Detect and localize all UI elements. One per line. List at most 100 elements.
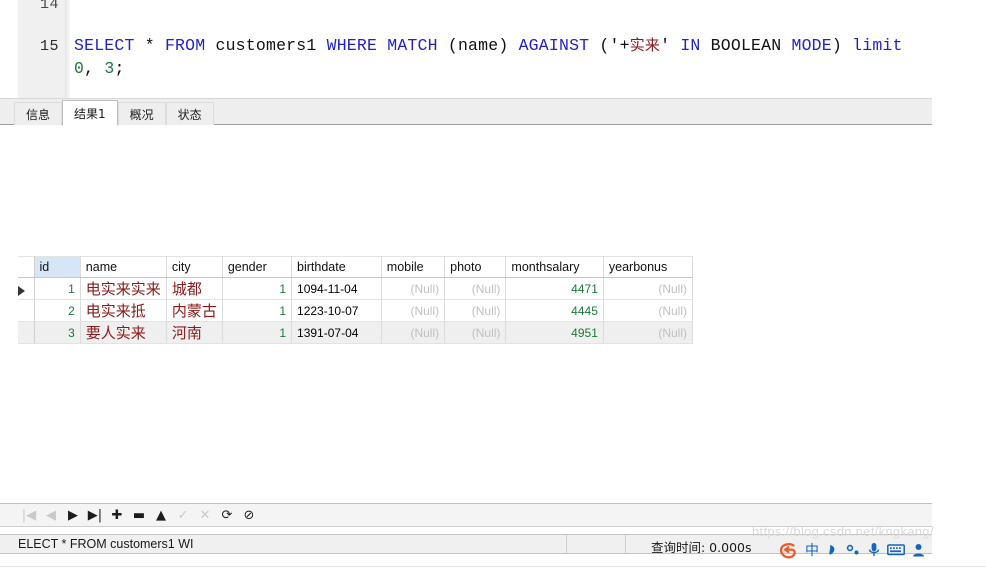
apply-change-icon[interactable]: ▲ [150, 504, 172, 526]
last-record-icon[interactable]: ▶| [84, 504, 106, 526]
result-tab[interactable]: 结果1 [62, 100, 118, 126]
result-tabs: 信息 结果1 概况 状态 [14, 99, 214, 126]
sql-token: AGAINST [518, 36, 590, 55]
symbol-picker-icon[interactable] [846, 543, 861, 559]
sql-token: WHERE [326, 36, 378, 55]
row-selector-cell[interactable] [18, 277, 35, 300]
cell-name[interactable]: 要人实来 [80, 321, 167, 344]
result-tab-label: 状态 [177, 107, 202, 122]
cell-mobile[interactable]: (Null) [381, 299, 446, 322]
column-header-gender[interactable]: gender [222, 256, 293, 278]
result-tab[interactable]: 信息 [14, 102, 63, 125]
result-table[interactable]: id name city gender birthdate mobile photo mont… [18, 256, 694, 344]
sql-token: 0 [74, 59, 85, 78]
first-record-icon: |◀ [21, 507, 37, 523]
sql-token: customers1 [205, 36, 327, 55]
table-row[interactable]: 2 电实来抵 内蒙古 1 1223-10-07 (Null) (Null) 4445 (Null… [18, 299, 694, 322]
result-tab-label: 结果1 [74, 106, 106, 121]
column-header-yearbonus[interactable]: yearbonus [603, 256, 694, 278]
line-number-gutter: 14 15 [18, 0, 65, 98]
cell-monthsalary[interactable]: 4445 [505, 299, 604, 322]
cell-yearbonus[interactable]: (Null) [603, 277, 694, 300]
sql-token: limit [852, 36, 903, 55]
row-selector-cell[interactable] [18, 299, 35, 322]
cell-name[interactable]: 电实来实来 [80, 277, 167, 300]
cell-birthdate[interactable]: 1223-10-07 [291, 299, 382, 322]
sql-token: IN [680, 36, 701, 55]
column-header-name[interactable]: name [80, 256, 167, 278]
voice-input-icon[interactable] [868, 542, 880, 560]
cell-birthdate[interactable]: 1391-07-04 [291, 321, 382, 344]
cell-gender[interactable]: 1 [222, 321, 293, 344]
cell-monthsalary[interactable]: 4951 [505, 321, 604, 344]
sql-token: (name) [437, 36, 519, 55]
sql-token: MODE [791, 36, 832, 55]
sogou-logo-icon[interactable] [778, 541, 798, 561]
result-tab-label: 概况 [129, 107, 154, 122]
sql-token: SELECT [74, 36, 135, 55]
cell-city[interactable]: 河南 [166, 321, 223, 344]
confirm-edit-icon: ✓ [177, 507, 189, 523]
line-number-current: 15 [39, 38, 59, 55]
refresh-icon[interactable]: ⟳ [216, 504, 238, 526]
cancel-edit-icon: ✕ [199, 507, 211, 523]
cell-mobile[interactable]: (Null) [381, 321, 446, 344]
table-row[interactable]: 3 要人实来 河南 1 1391-07-04 (Null) (Null) 4951 (Null) [18, 321, 694, 344]
status-query-time: 查询时间: 0.000s [651, 540, 752, 555]
next-record-icon[interactable]: ▶ [62, 504, 84, 526]
delete-record-icon[interactable]: ▬ [128, 504, 150, 526]
table-body[interactable]: 1 电实来实来 城都 1 1094-11-04 (Null) (Null) 4471 (Null… [18, 277, 694, 344]
cell-birthdate[interactable]: 1094-11-04 [291, 277, 382, 300]
column-header-monthsalary[interactable]: monthsalary [505, 256, 604, 278]
sql-statement-text[interactable]: SELECT * FROM customers1 WHERE MATCH (na… [74, 34, 924, 80]
cell-gender[interactable]: 1 [222, 299, 293, 322]
sql-token: ; [114, 59, 125, 78]
status-query-text: ELECT * FROM customers1 WI [18, 537, 194, 551]
cell-name[interactable]: 电实来抵 [80, 299, 167, 322]
column-header-city[interactable]: city [166, 256, 223, 278]
sql-token: ' [660, 36, 681, 55]
soft-keyboard-icon[interactable] [887, 543, 905, 559]
column-header-birthdate[interactable]: birthdate [291, 256, 382, 278]
column-header-id[interactable]: id [34, 256, 81, 278]
cell-id[interactable]: 1 [34, 277, 81, 300]
punctuation-mode-icon[interactable] [826, 543, 839, 560]
result-tab[interactable]: 状态 [165, 102, 214, 125]
cell-photo[interactable]: (Null) [444, 321, 507, 344]
cell-city[interactable]: 城都 [166, 277, 223, 300]
user-account-icon[interactable] [912, 543, 925, 560]
sql-token: 3 [104, 59, 115, 78]
record-navigation-toolbar: |◀ ◀ ▶ ▶| ✚ ▬ ▲ ✓ ✕ ⟳ ⊘ [0, 503, 932, 527]
cell-yearbonus[interactable]: (Null) [603, 299, 694, 322]
column-header-photo[interactable]: photo [444, 256, 507, 278]
result-tab-label: 信息 [26, 107, 51, 122]
add-record-icon[interactable]: ✚ [106, 504, 128, 526]
result-grid-pane[interactable]: id name city gender birthdate mobile photo mont… [0, 125, 932, 495]
sql-token: ('+ [589, 36, 630, 55]
stop-icon[interactable]: ⊘ [238, 504, 260, 526]
gutter-edge-shadow [65, 0, 71, 98]
table-row[interactable]: 1 电实来实来 城都 1 1094-11-04 (Null) (Null) 4471 (Null… [18, 277, 694, 300]
cell-mobile[interactable]: (Null) [381, 277, 446, 300]
result-tab[interactable]: 概况 [117, 102, 166, 125]
column-header-mobile[interactable]: mobile [381, 256, 446, 278]
cell-gender[interactable]: 1 [222, 277, 293, 300]
cell-photo[interactable]: (Null) [444, 277, 507, 300]
row-selector-cell[interactable] [18, 321, 35, 344]
cell-yearbonus[interactable]: (Null) [603, 321, 694, 344]
cell-id[interactable]: 3 [34, 321, 81, 344]
table-header-row: id name city gender birthdate mobile photo mont… [18, 256, 694, 278]
cell-photo[interactable]: (Null) [444, 299, 507, 322]
sogou-ime-toolbar[interactable]: 中 [778, 540, 925, 562]
cell-monthsalary[interactable]: 4471 [505, 277, 604, 300]
cell-id[interactable]: 2 [34, 299, 81, 322]
sql-token: , [84, 59, 105, 78]
chinese-mode-icon[interactable]: 中 [805, 544, 819, 558]
previous-record-icon: ◀ [46, 507, 56, 523]
status-divider-2 [625, 535, 626, 553]
cell-city[interactable]: 内蒙古 [166, 299, 223, 322]
sql-editor-pane[interactable]: 14 15 SELECT * FROM customers1 WHERE MAT… [0, 0, 932, 98]
sql-token: ) [831, 36, 853, 55]
